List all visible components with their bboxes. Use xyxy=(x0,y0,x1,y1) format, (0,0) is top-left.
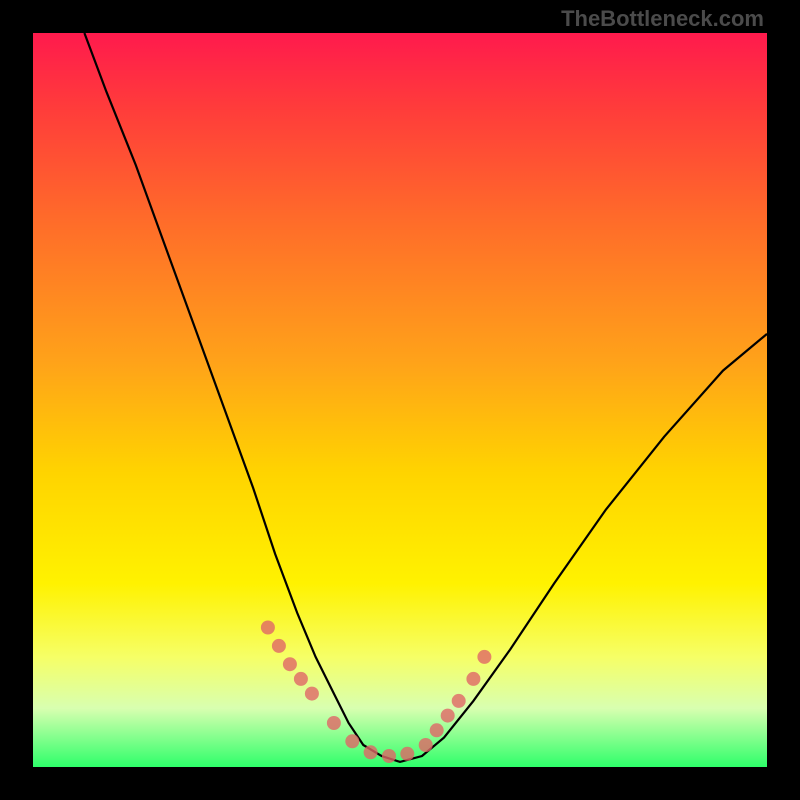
marker-point xyxy=(283,657,297,671)
marker-point xyxy=(294,672,308,686)
bottleneck-curve xyxy=(84,33,767,762)
watermark-text: TheBottleneck.com xyxy=(561,6,764,32)
marker-point xyxy=(452,694,466,708)
marker-point xyxy=(305,687,319,701)
marker-point xyxy=(477,650,491,664)
marker-point xyxy=(466,672,480,686)
marker-point xyxy=(261,621,275,635)
marker-group xyxy=(261,621,492,764)
marker-point xyxy=(382,749,396,763)
marker-point xyxy=(345,734,359,748)
marker-point xyxy=(327,716,341,730)
marker-point xyxy=(441,709,455,723)
marker-point xyxy=(272,639,286,653)
chart-frame: TheBottleneck.com xyxy=(0,0,800,800)
plot-svg xyxy=(33,33,767,767)
plot-area xyxy=(33,33,767,767)
marker-point xyxy=(400,747,414,761)
marker-point xyxy=(364,745,378,759)
marker-point xyxy=(430,723,444,737)
marker-point xyxy=(419,738,433,752)
